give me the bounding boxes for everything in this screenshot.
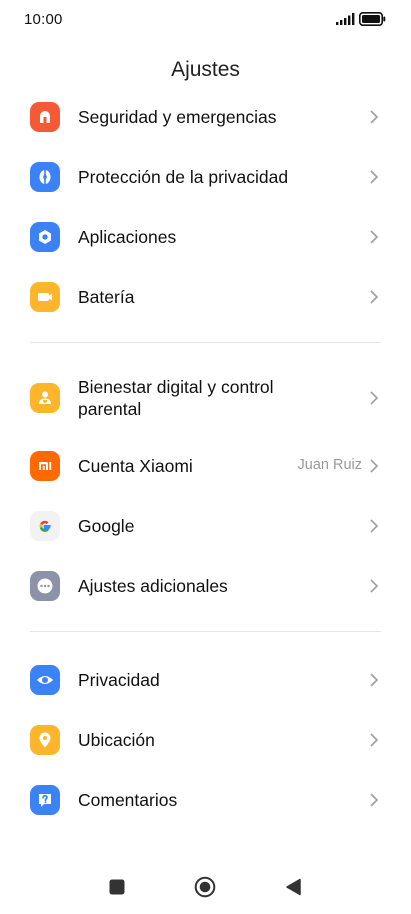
status-time: 10:00 (24, 11, 63, 28)
battery-icon (30, 282, 60, 312)
settings-item-label: Ubicación (78, 730, 155, 750)
settings-item-label: Batería (78, 287, 135, 307)
chevron-right-icon (370, 579, 379, 593)
section-divider (30, 631, 381, 632)
settings-item-label: Cuenta Xiaomi (78, 456, 193, 476)
account-name-value: Juan Ruiz (297, 457, 362, 473)
chevron-right-icon (370, 230, 379, 244)
chevron-right-icon (370, 519, 379, 533)
back-triangle-icon (285, 878, 301, 896)
home-circle-icon (194, 876, 216, 898)
feedback-question-icon (30, 785, 60, 815)
settings-item-security[interactable]: Seguridad y emergencias (0, 97, 411, 137)
settings-item-google[interactable]: Google (0, 506, 411, 546)
settings-item-label: Aplicaciones (78, 227, 177, 247)
location-pin-icon (30, 725, 60, 755)
home-button[interactable] (190, 872, 220, 902)
chevron-right-icon (370, 110, 379, 124)
recents-button[interactable] (102, 872, 132, 902)
google-icon (30, 511, 60, 541)
wellbeing-icon (30, 383, 60, 413)
settings-item-feedback[interactable]: Comentarios (0, 780, 411, 820)
settings-item-label: Bienestar digital y control parental (78, 377, 274, 419)
chevron-right-icon (370, 170, 379, 184)
settings-item-battery[interactable]: Batería (0, 277, 411, 317)
page-title: Ajustes (171, 58, 240, 81)
settings-item-xiaomi-account[interactable]: Cuenta Xiaomi Juan Ruiz (0, 446, 411, 486)
chevron-right-icon (370, 793, 379, 807)
signal-icon (336, 13, 355, 25)
back-button[interactable] (278, 872, 308, 902)
chevron-right-icon (370, 391, 379, 405)
settings-item-privacy[interactable]: Privacidad (0, 660, 411, 700)
privacy-shield-icon (30, 162, 60, 192)
settings-item-privacy-protection[interactable]: Protección de la privacidad (0, 157, 411, 197)
settings-screen: 10:00 Ajustes Seguridad y emergencias Pr… (0, 0, 411, 914)
settings-item-label: Comentarios (78, 790, 178, 810)
settings-item-label: Seguridad y emergencias (78, 107, 277, 127)
sos-icon (30, 102, 60, 132)
chevron-right-icon (370, 290, 379, 304)
settings-item-digital-wellbeing[interactable]: Bienestar digital y control parental (0, 372, 411, 424)
chevron-right-icon (370, 459, 379, 473)
chevron-right-icon (370, 733, 379, 747)
chevron-right-icon (370, 673, 379, 687)
status-bar: 10:00 (0, 0, 411, 40)
settings-item-label: Ajustes adicionales (78, 576, 228, 596)
settings-item-label: Google (78, 516, 135, 536)
recents-square-icon (109, 879, 125, 895)
settings-item-label: Protección de la privacidad (78, 167, 289, 187)
mi-logo-icon (30, 451, 60, 481)
settings-item-additional-settings[interactable]: Ajustes adicionales (0, 566, 411, 606)
settings-item-apps[interactable]: Aplicaciones (0, 217, 411, 257)
settings-item-location[interactable]: Ubicación (0, 720, 411, 760)
eye-icon (30, 665, 60, 695)
settings-item-label: Privacidad (78, 670, 160, 690)
more-dots-icon (30, 571, 60, 601)
section-divider (30, 342, 381, 343)
battery-icon (359, 12, 386, 26)
apps-hexagon-icon (30, 222, 60, 252)
